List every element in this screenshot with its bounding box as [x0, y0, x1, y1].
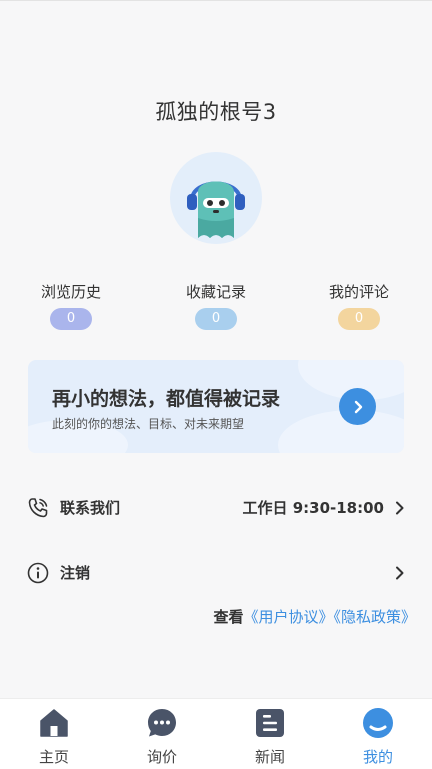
top-divider — [0, 0, 432, 1]
stat-browse-history[interactable]: 浏览历史 0 — [16, 281, 126, 330]
stat-count-badge: 0 — [50, 308, 92, 330]
profile-icon — [362, 707, 394, 739]
chevron-right-icon — [392, 500, 408, 516]
stat-label: 浏览历史 — [40, 283, 101, 301]
banner-title: 再小的想法，都值得被记录 — [52, 388, 281, 410]
stat-label: 我的评论 — [328, 283, 389, 301]
stat-favorites[interactable]: 收藏记录 0 — [161, 281, 271, 330]
user-agreement-link[interactable]: 《用户协议》 — [243, 608, 333, 626]
stat-my-comments[interactable]: 我的评论 0 — [304, 281, 414, 330]
tab-label: 询价 — [146, 748, 177, 766]
home-icon — [38, 707, 70, 739]
tab-news[interactable]: 新闻 — [216, 699, 324, 769]
chevron-right-icon[interactable] — [339, 388, 376, 425]
info-icon — [26, 561, 50, 585]
profile-username: 孤独的根号3 — [155, 100, 277, 124]
contact-us-row[interactable]: 联系我们 工作日 9:30-18:00 — [0, 488, 432, 528]
headphone-monster-avatar-icon[interactable] — [170, 152, 262, 244]
stat-label: 收藏记录 — [185, 283, 246, 301]
logout-label: 注销 — [60, 564, 91, 582]
stat-count-badge: 0 — [338, 308, 380, 330]
contact-us-label: 联系我们 — [60, 499, 121, 517]
working-hours: 工作日 9:30-18:00 — [242, 499, 384, 517]
chat-icon — [146, 707, 178, 739]
tab-home[interactable]: 主页 — [0, 699, 108, 769]
privacy-policy-link[interactable]: 《隐私政策》 — [333, 608, 416, 626]
tab-label: 我的 — [362, 748, 393, 766]
phone-icon — [26, 496, 50, 520]
stats-row: 浏览历史 0 收藏记录 0 我的评论 0 — [0, 281, 432, 341]
agreements-line: 查看《用户协议》《隐私政策》 — [213, 606, 416, 627]
bottom-tab-bar: 主页 询价 新闻 我的 — [0, 698, 432, 769]
tab-inquiry[interactable]: 询价 — [108, 699, 216, 769]
chevron-right-icon — [392, 565, 408, 581]
news-icon — [254, 707, 286, 739]
logout-row[interactable]: 注销 — [0, 553, 432, 593]
tab-mine[interactable]: 我的 — [324, 699, 432, 769]
agreements-prefix: 查看 — [213, 608, 244, 626]
tab-label: 新闻 — [254, 748, 285, 766]
idea-banner[interactable]: 再小的想法，都值得被记录 此刻的你的想法、目标、对未来期望 — [28, 360, 404, 453]
stat-count-badge: 0 — [195, 308, 237, 330]
tab-label: 主页 — [38, 748, 69, 766]
banner-subtitle: 此刻的你的想法、目标、对未来期望 — [52, 417, 245, 431]
